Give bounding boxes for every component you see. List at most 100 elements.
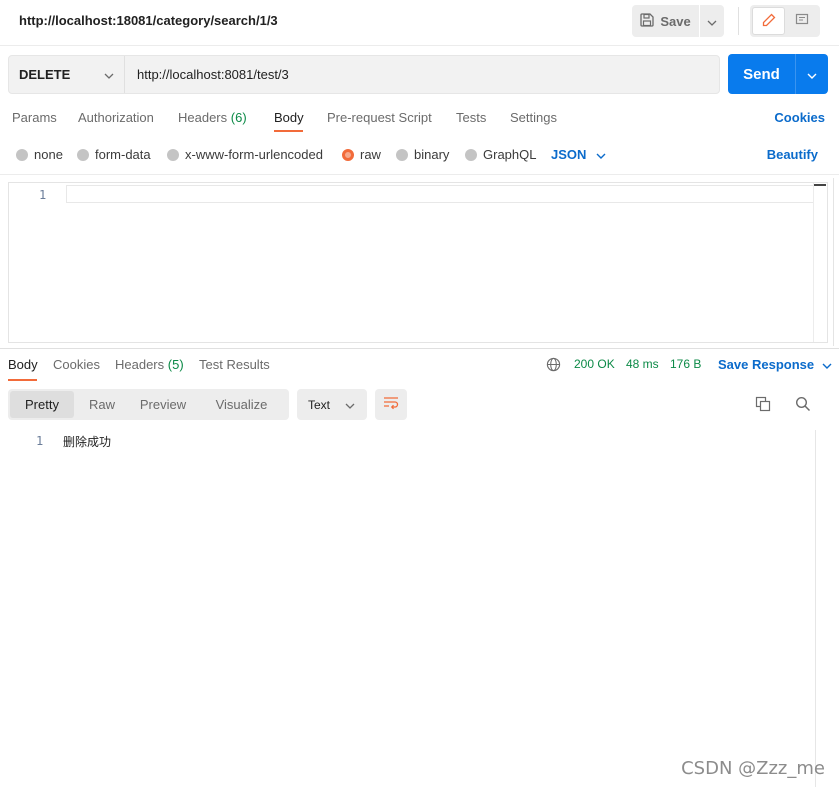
status-code[interactable]: 200 OK [574, 357, 615, 371]
divider [738, 7, 739, 35]
view-mode-visualize[interactable]: Visualize [196, 391, 287, 418]
save-button[interactable]: Save [632, 5, 700, 37]
wrap-lines-icon [383, 396, 399, 413]
chevron-down-icon [707, 14, 717, 29]
response-format-label: Text [308, 397, 331, 412]
response-tab-headers-count: (5) [167, 357, 184, 372]
radio-binary[interactable]: binary [396, 147, 449, 162]
radio-raw[interactable]: raw [342, 147, 381, 162]
chevron-down-icon [822, 357, 832, 372]
tab-authorization[interactable]: Authorization [78, 110, 154, 125]
chevron-down-icon [807, 67, 817, 82]
divider [833, 178, 834, 346]
response-tab-test-results[interactable]: Test Results [199, 357, 270, 372]
radio-dot [77, 148, 89, 161]
pane-resize-handle[interactable] [0, 348, 839, 349]
tab-headers-label: Headers [178, 110, 228, 125]
save-response-label: Save Response [718, 357, 815, 372]
line-number: 1 [39, 188, 47, 202]
response-time[interactable]: 48 ms [626, 357, 659, 371]
globe-icon[interactable] [546, 357, 561, 375]
tab-pre-request-script[interactable]: Pre-request Script [327, 110, 432, 125]
raw-format-label: JSON [551, 147, 587, 162]
watermark: CSDN @Zzz_me [681, 758, 825, 779]
sidebar-toggle-group [750, 5, 820, 37]
request-body-editor[interactable]: 1 [8, 182, 828, 343]
editor-scrollbar[interactable] [813, 183, 827, 342]
response-scrollbar[interactable] [815, 430, 829, 787]
tab-headers-count: (6) [230, 110, 247, 125]
line-number: 1 [36, 434, 44, 448]
beautify-link[interactable]: Beautify [767, 147, 818, 162]
divider [0, 174, 839, 175]
tab-body[interactable]: Body [274, 110, 304, 125]
method-select[interactable]: DELETE [9, 56, 125, 93]
copy-icon [755, 396, 771, 415]
save-icon [640, 12, 654, 30]
send-button[interactable]: Send [728, 54, 796, 94]
save-group: Save [632, 5, 724, 37]
radio-label: binary [414, 147, 450, 162]
url-bar: DELETE [8, 55, 720, 94]
radio-dot [16, 148, 28, 161]
radio-dot [396, 148, 408, 161]
view-mode-pretty[interactable]: Pretty [10, 391, 74, 418]
radio-label: x-www-form-urlencoded [185, 147, 323, 162]
response-size[interactable]: 176 B [670, 357, 701, 371]
radio-dot [167, 148, 179, 161]
search-icon [795, 396, 811, 415]
response-text[interactable]: 删除成功 [63, 433, 111, 450]
tab-tests[interactable]: Tests [456, 110, 486, 125]
radio-label: GraphQL [483, 147, 537, 162]
tab-settings[interactable]: Settings [510, 110, 557, 125]
save-response-button[interactable]: Save Response [718, 357, 832, 372]
tab-params[interactable]: Params [12, 110, 57, 125]
url-input[interactable] [125, 56, 719, 93]
chevron-down-icon [596, 147, 606, 162]
radio-label: form-data [95, 147, 151, 162]
active-line[interactable] [66, 185, 814, 203]
search-button[interactable] [793, 395, 813, 415]
response-tab-headers[interactable]: Headers (5) [115, 357, 184, 372]
tab-headers[interactable]: Headers (6) [178, 110, 247, 125]
wrap-lines-button[interactable] [375, 389, 407, 420]
top-bar: http://localhost:18081/category/search/1… [0, 0, 839, 46]
method-label: DELETE [19, 67, 71, 82]
response-tab-body[interactable]: Body [8, 357, 38, 372]
save-options-button[interactable] [700, 5, 724, 37]
response-view-modes: Pretty Raw Preview Visualize [8, 389, 289, 420]
chevron-down-icon [104, 67, 114, 82]
radio-dot-selected [342, 148, 354, 161]
radio-dot [465, 148, 477, 161]
send-group: Send [728, 54, 828, 94]
response-format-select[interactable]: Text [297, 389, 367, 420]
response-body-viewer[interactable]: 1 删除成功 [0, 430, 839, 787]
active-tab-indicator [274, 130, 303, 132]
chevron-down-icon [345, 398, 355, 412]
comment-icon [795, 13, 809, 30]
response-tab-cookies[interactable]: Cookies [53, 357, 100, 372]
radio-graphql[interactable]: GraphQL [465, 147, 536, 162]
scrollbar-thumb[interactable] [814, 184, 826, 186]
send-options-button[interactable] [796, 54, 828, 94]
cookies-link[interactable]: Cookies [774, 110, 825, 125]
radio-urlencoded[interactable]: x-www-form-urlencoded [167, 147, 323, 162]
save-label: Save [660, 13, 691, 29]
view-mode-preview[interactable]: Preview [130, 391, 196, 418]
radio-label: raw [360, 147, 381, 162]
radio-form-data[interactable]: form-data [77, 147, 151, 162]
active-tab-indicator [8, 379, 37, 381]
request-tabs: Params Authorization Headers (6) Body Pr… [0, 104, 839, 136]
view-mode-raw[interactable]: Raw [74, 391, 130, 418]
pencil-icon [762, 13, 776, 30]
response-tab-headers-label: Headers [115, 357, 165, 372]
response-tabs: Body Cookies Headers (5) Test Results 20… [0, 352, 839, 381]
radio-none[interactable]: none [16, 147, 63, 162]
request-name[interactable]: http://localhost:18081/category/search/1… [19, 13, 278, 28]
documentation-edit-button[interactable] [752, 7, 785, 35]
comments-button[interactable] [785, 7, 818, 35]
raw-format-select[interactable]: JSON [551, 147, 606, 162]
radio-label: none [34, 147, 63, 162]
body-type-selector: none form-data x-www-form-urlencoded raw… [0, 140, 839, 170]
copy-button[interactable] [753, 395, 773, 415]
